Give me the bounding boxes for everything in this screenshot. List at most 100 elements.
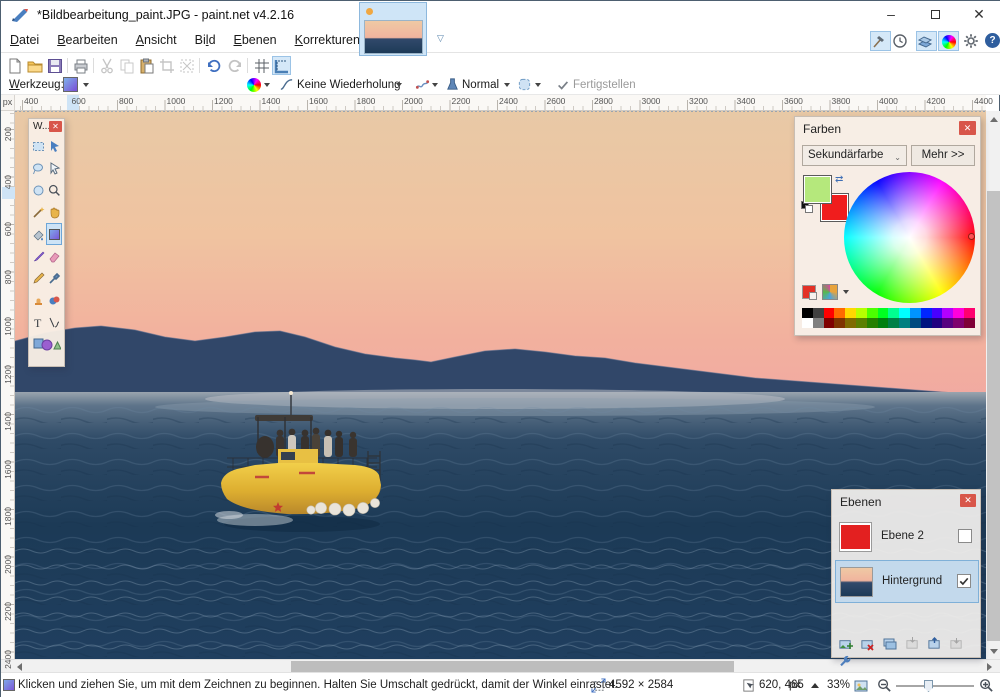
palette-color-swatch[interactable] xyxy=(802,308,813,318)
tab-list-chevron-icon[interactable]: ▽ xyxy=(437,33,451,43)
palette-color-swatch[interactable] xyxy=(845,308,856,318)
repeat-mode-chevron[interactable] xyxy=(396,76,402,93)
tools-window-toggle-button[interactable] xyxy=(870,31,891,51)
tool-paint-bucket[interactable] xyxy=(30,223,46,245)
colors-window-close-button[interactable]: ✕ xyxy=(959,121,976,135)
palette-color-swatch[interactable] xyxy=(899,308,910,318)
unit-selector[interactable]: px xyxy=(789,679,801,691)
zoom-in-button[interactable] xyxy=(979,678,994,693)
menu-item-bild[interactable]: Bild xyxy=(186,29,225,53)
more-button[interactable]: Mehr >> xyxy=(911,145,975,166)
scroll-up-icon[interactable] xyxy=(990,117,998,122)
palette-color-swatch[interactable] xyxy=(953,308,964,318)
palette-color-swatch[interactable] xyxy=(932,308,943,318)
layer-visibility-checkbox[interactable] xyxy=(957,574,971,588)
tool-move-selection[interactable] xyxy=(46,157,62,179)
palette-color-swatch[interactable] xyxy=(964,318,975,328)
palette-color-swatch[interactable] xyxy=(813,308,824,318)
minimize-button[interactable]: – xyxy=(869,1,913,29)
zoom-out-button[interactable] xyxy=(877,678,892,693)
merge-layer-down-button[interactable] xyxy=(903,635,921,652)
ruler-toggle-button[interactable] xyxy=(272,56,291,75)
add-palette-color-icon[interactable] xyxy=(802,285,816,299)
antialiasing-chevron[interactable] xyxy=(432,76,438,93)
color-target-dropdown[interactable]: Sekundärfarbe ⌄ xyxy=(802,145,907,166)
selection-quality-button[interactable] xyxy=(517,76,532,93)
undo-button[interactable] xyxy=(204,56,223,75)
image-tab[interactable] xyxy=(359,2,427,56)
palette-color-swatch[interactable] xyxy=(834,318,845,328)
move-layer-up-button[interactable] xyxy=(925,635,943,652)
palette-color-swatch[interactable] xyxy=(867,308,878,318)
unit-dropup-icon[interactable] xyxy=(811,683,819,688)
palette-chevron-icon[interactable] xyxy=(843,290,849,294)
palette-color-swatch[interactable] xyxy=(888,308,899,318)
palette-color-swatch[interactable] xyxy=(910,318,921,328)
palette-color-swatch[interactable] xyxy=(910,308,921,318)
vertical-scroll-thumb[interactable] xyxy=(987,191,1000,641)
palette-color-swatch[interactable] xyxy=(932,318,943,328)
tool-rectangle-select[interactable] xyxy=(30,135,46,157)
delete-layer-button[interactable] xyxy=(858,635,876,652)
copy-button[interactable] xyxy=(117,56,136,75)
tool-pencil[interactable] xyxy=(30,267,46,289)
color-wheel[interactable] xyxy=(844,172,975,303)
duplicate-layer-button[interactable] xyxy=(881,635,899,652)
active-tool-swatch[interactable] xyxy=(63,76,78,93)
tool-eraser[interactable] xyxy=(46,245,62,267)
layer-properties-button[interactable] xyxy=(836,654,854,671)
menu-item-ansicht[interactable]: Ansicht xyxy=(127,29,186,53)
tool-dropdown-chevron[interactable] xyxy=(83,76,89,93)
palette-color-swatch[interactable] xyxy=(813,318,824,328)
zoom-slider-thumb[interactable] xyxy=(924,680,933,692)
scroll-left-icon[interactable] xyxy=(17,663,22,671)
palette-color-swatch[interactable] xyxy=(899,318,910,328)
layer-row-hintergrund[interactable]: Hintergrund xyxy=(835,560,979,603)
primary-color-swatch[interactable] xyxy=(803,175,832,204)
layer-visibility-checkbox[interactable] xyxy=(958,529,972,543)
tool-lasso-select[interactable] xyxy=(30,157,46,179)
save-button[interactable] xyxy=(45,56,64,75)
color-mode-button[interactable] xyxy=(247,76,261,93)
tool-clone-stamp[interactable] xyxy=(30,289,46,311)
tool-shapes[interactable] xyxy=(30,333,64,355)
palette-color-swatch[interactable] xyxy=(856,318,867,328)
layers-window-close-button[interactable]: ✕ xyxy=(960,494,976,507)
selection-quality-chevron[interactable] xyxy=(535,76,541,93)
grid-toggle-button[interactable] xyxy=(252,56,271,75)
settings-button[interactable] xyxy=(963,31,984,51)
finish-button[interactable]: Fertigstellen xyxy=(573,76,636,93)
zoom-to-window-button[interactable] xyxy=(853,678,869,694)
blend-mode-value[interactable]: Normal xyxy=(462,76,499,93)
palette-color-swatch[interactable] xyxy=(953,318,964,328)
tool-recolor[interactable] xyxy=(46,289,62,311)
add-layer-button[interactable] xyxy=(836,635,854,652)
horizontal-scroll-thumb[interactable] xyxy=(291,661,734,672)
scroll-down-icon[interactable] xyxy=(990,649,998,654)
redo-button[interactable] xyxy=(225,56,244,75)
tool-zoom[interactable] xyxy=(46,179,62,201)
layers-window-toggle-button[interactable] xyxy=(916,31,937,51)
palette-color-swatch[interactable] xyxy=(824,318,835,328)
colors-window-toggle-button[interactable] xyxy=(938,31,959,51)
palette-color-swatch[interactable] xyxy=(942,308,953,318)
menu-item-datei[interactable]: Datei xyxy=(1,29,48,53)
palette-color-swatch[interactable] xyxy=(834,308,845,318)
tool-paintbrush[interactable] xyxy=(30,245,46,267)
tool-color-picker[interactable] xyxy=(46,267,62,289)
close-button[interactable]: ✕ xyxy=(957,1,1000,29)
palette-manager-icon[interactable] xyxy=(822,284,838,300)
palette-color-swatch[interactable] xyxy=(921,308,932,318)
open-button[interactable] xyxy=(25,56,44,75)
palette-color-swatch[interactable] xyxy=(802,318,813,328)
menu-item-ebenen[interactable]: Ebenen xyxy=(225,29,286,53)
tool-text[interactable]: T xyxy=(30,311,46,333)
palette-color-swatch[interactable] xyxy=(856,308,867,318)
paste-button[interactable] xyxy=(137,56,156,75)
tool-move-pixels[interactable] xyxy=(46,135,62,157)
palette-color-swatch[interactable] xyxy=(942,318,953,328)
tool-ellipse-select[interactable] xyxy=(30,179,46,201)
palette-color-swatch[interactable] xyxy=(964,308,975,318)
repeat-mode-value[interactable]: Keine Wiederholung xyxy=(297,76,401,93)
palette-color-swatch[interactable] xyxy=(845,318,856,328)
